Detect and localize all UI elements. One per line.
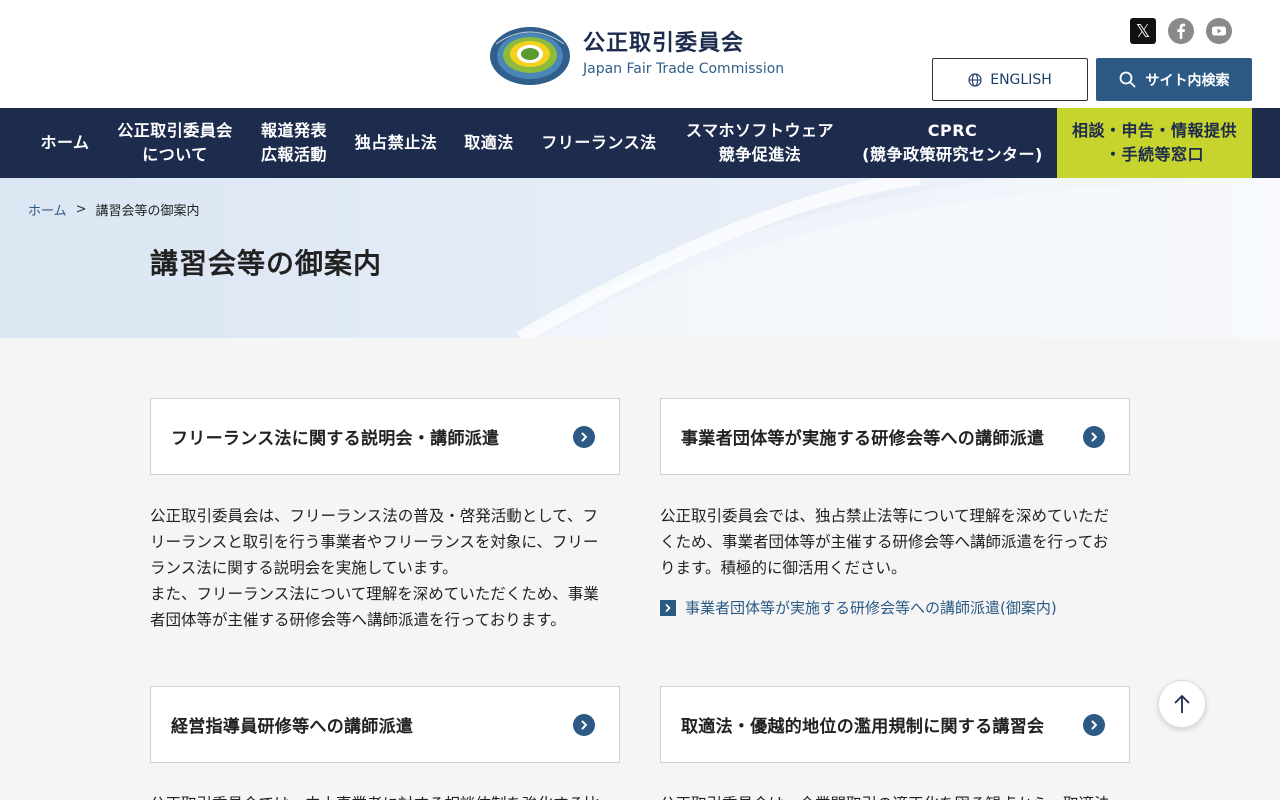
card-description: 公正取引委員会は、フリーランス法の普及・啓発活動として、フ リーランスと取引を行… bbox=[150, 507, 599, 629]
search-icon bbox=[1119, 71, 1135, 88]
chevron-right-circle-icon bbox=[1083, 713, 1105, 736]
logo-title-en: Japan Fair Trade Commission bbox=[583, 61, 785, 77]
page-title: 講習会等の御案内 bbox=[150, 247, 383, 280]
card-title: 事業者団体等が実施する研修会等への講師派遣 bbox=[681, 429, 1045, 449]
link-label: 事業者団体等が実施する研修会等への講師派遣(御案内) bbox=[685, 599, 1057, 617]
nav-torite-act[interactable]: 取適法 bbox=[452, 108, 526, 178]
card-title: 取適法・優越的地位の濫用規制に関する講習会 bbox=[681, 717, 1045, 737]
nav-consultation-window[interactable]: 相談・申告・情報提供 ・手続等窓口 bbox=[1057, 108, 1252, 178]
logo-title-ja: 公正取引委員会 bbox=[583, 31, 745, 56]
card-header-link[interactable]: フリーランス法に関する説明会・講師派遣 bbox=[150, 398, 620, 475]
global-nav: ホーム 公正取引委員会 について 報道発表 広報活動 独占禁止法 取適法 フリー… bbox=[0, 108, 1280, 178]
chevron-right-square-icon bbox=[660, 599, 676, 616]
card-title: フリーランス法に関する説明会・講師派遣 bbox=[171, 429, 500, 449]
search-label: サイト内検索 bbox=[1145, 72, 1230, 89]
chevron-right-circle-icon bbox=[573, 713, 595, 736]
globe-icon bbox=[968, 72, 982, 87]
facebook-icon[interactable] bbox=[1168, 18, 1194, 44]
nav-antimonopoly-act[interactable]: 独占禁止法 bbox=[342, 108, 450, 178]
card-title: 経営指導員研修等への講師派遣 bbox=[171, 717, 414, 737]
nav-home[interactable]: ホーム bbox=[28, 108, 102, 178]
lecturer-dispatch-guide-link[interactable]: 事業者団体等が実施する研修会等への講師派遣(御案内) bbox=[660, 597, 1130, 618]
site-logo[interactable]: 公正取引委員会 Japan Fair Trade Commission bbox=[488, 22, 784, 86]
card-description: 公正取引委員会では、中小事業者に対する相談体制を強化する比 bbox=[150, 791, 620, 800]
card-description: 公正取引委員会は、企業間取引の適正化を図る観点から、取適法 bbox=[660, 791, 1130, 800]
site-search-button[interactable]: サイト内検索 bbox=[1096, 58, 1252, 101]
card-description: 公正取引委員会では、独占禁止法等について理解を深めていただ くため、事業者団体等… bbox=[660, 507, 1110, 577]
arrow-up-icon bbox=[1174, 694, 1190, 713]
breadcrumb: ホーム > 講習会等の御案内 bbox=[28, 200, 200, 219]
nav-freelance-act[interactable]: フリーランス法 bbox=[528, 108, 670, 178]
card-header-link[interactable]: 取適法・優越的地位の濫用規制に関する講習会 bbox=[660, 686, 1130, 763]
card-freelance-briefing: フリーランス法に関する説明会・講師派遣 公正取引委員会は、フリーランス法の普及・… bbox=[150, 398, 620, 633]
site-header: 公正取引委員会 Japan Fair Trade Commission 𝕏 EN… bbox=[0, 0, 1280, 108]
nav-smartphone-act[interactable]: スマホソフトウェア 競争促進法 bbox=[672, 108, 848, 178]
english-button[interactable]: ENGLISH bbox=[932, 58, 1088, 101]
x-twitter-icon[interactable]: 𝕏 bbox=[1130, 18, 1156, 44]
breadcrumb-separator: > bbox=[75, 202, 87, 217]
card-management-advisor-training: 経営指導員研修等への講師派遣 公正取引委員会では、中小事業者に対する相談体制を強… bbox=[150, 686, 620, 800]
card-header-link[interactable]: 経営指導員研修等への講師派遣 bbox=[150, 686, 620, 763]
back-to-top-button[interactable] bbox=[1158, 680, 1206, 728]
card-lecturer-dispatch: 事業者団体等が実施する研修会等への講師派遣 公正取引委員会では、独占禁止法等につ… bbox=[660, 398, 1130, 618]
youtube-icon[interactable] bbox=[1206, 18, 1232, 44]
nav-about-jftc[interactable]: 公正取引委員会 について bbox=[104, 108, 246, 178]
nav-press-release[interactable]: 報道発表 広報活動 bbox=[248, 108, 340, 178]
chevron-right-circle-icon bbox=[1083, 425, 1105, 448]
chevron-right-circle-icon bbox=[573, 425, 595, 448]
nav-cprc[interactable]: CPRC (競争政策研究センター) bbox=[850, 108, 1055, 178]
jftc-emblem-icon bbox=[490, 27, 570, 85]
breadcrumb-current: 講習会等の御案内 bbox=[95, 204, 200, 219]
card-header-link[interactable]: 事業者団体等が実施する研修会等への講師派遣 bbox=[660, 398, 1130, 475]
breadcrumb-home-link[interactable]: ホーム bbox=[28, 200, 67, 219]
page-hero: ホーム > 講習会等の御案内 講習会等の御案内 bbox=[0, 178, 1280, 338]
english-label: ENGLISH bbox=[990, 71, 1052, 88]
card-abuse-regulation-seminar: 取適法・優越的地位の濫用規制に関する講習会 公正取引委員会は、企業間取引の適正化… bbox=[660, 686, 1130, 800]
